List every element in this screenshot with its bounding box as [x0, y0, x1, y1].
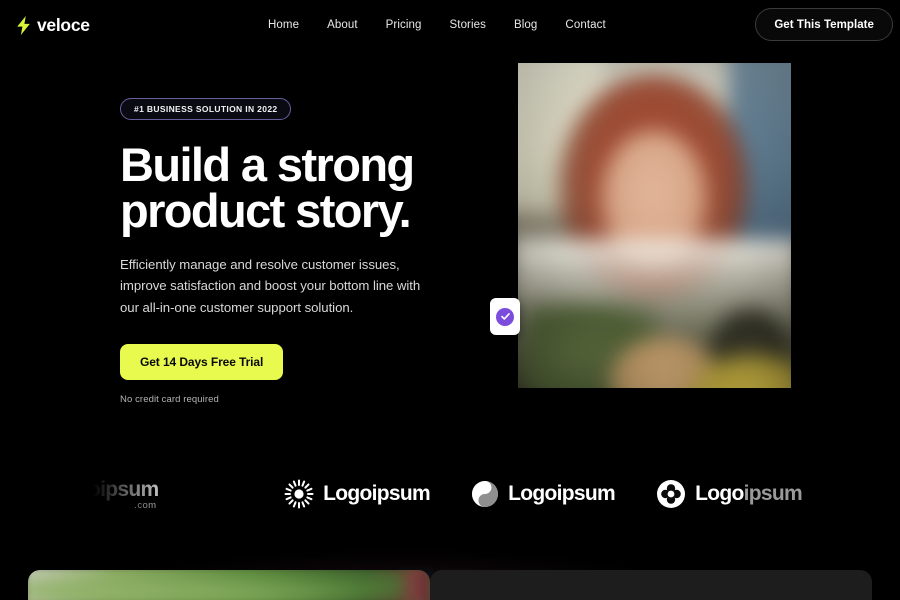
- next-section-preview: [0, 554, 900, 600]
- free-trial-button[interactable]: Get 14 Days Free Trial: [120, 344, 284, 381]
- logo-logoipsum-swirl: Logoipsum: [450, 468, 636, 520]
- nav-item-about[interactable]: About: [313, 15, 372, 35]
- get-this-template-button[interactable]: Get This Template: [755, 8, 893, 41]
- check-circle-icon: [496, 307, 514, 326]
- logo-logoipsum-clover: Logoipsum: [636, 468, 822, 520]
- nav-item-stories[interactable]: Stories: [436, 15, 501, 35]
- preview-card-image[interactable]: [28, 570, 430, 600]
- logo-sunburst-text: Logoipsum: [323, 482, 431, 505]
- clover-icon: [656, 479, 686, 509]
- nav-item-contact[interactable]: Contact: [551, 15, 619, 35]
- hero-section: #1 BUSINESS SOLUTION IN 2022 Build a str…: [0, 50, 900, 450]
- hero-photo-blurred: [518, 63, 791, 388]
- logo-swirl-text: Logoipsum: [508, 482, 616, 505]
- logo-logoipsum-sunburst: Logoipsum: [264, 468, 450, 520]
- lightning-bolt-icon: [16, 15, 31, 35]
- client-logo-strip: oipsum .com Logoipsum Logoipsum Logoipsu…: [0, 468, 900, 520]
- site-header: veloce Home About Pricing Stories Blog C…: [0, 0, 900, 50]
- logo-dotcom-text: oipsum: [88, 477, 159, 501]
- hero-headline: Build a strong product story.: [120, 138, 415, 238]
- logo-logoipsum-dotcom: oipsum .com: [78, 468, 264, 520]
- swirl-icon: [471, 480, 499, 508]
- landing-page: veloce Home About Pricing Stories Blog C…: [0, 0, 900, 600]
- nav-item-pricing[interactable]: Pricing: [372, 15, 436, 35]
- logo-dotcom-subtext: .com: [134, 499, 157, 511]
- sunburst-icon: [284, 479, 314, 509]
- brand-logo[interactable]: veloce: [16, 15, 90, 36]
- cta-note: No credit card required: [120, 394, 219, 406]
- logo-clover-text: Logoipsum: [695, 482, 803, 505]
- hero-badge[interactable]: #1 BUSINESS SOLUTION IN 2022: [120, 98, 292, 120]
- nav-item-home[interactable]: Home: [268, 15, 313, 35]
- hero-image: [518, 63, 791, 388]
- verified-badge-card[interactable]: [490, 298, 520, 335]
- brand-name: veloce: [37, 14, 90, 35]
- preview-card-dark[interactable]: [430, 570, 872, 600]
- hero-subheadline: Efficiently manage and resolve customer …: [120, 257, 421, 315]
- main-nav: Home About Pricing Stories Blog Contact: [268, 15, 620, 35]
- hero-copy: #1 BUSINESS SOLUTION IN 2022 Build a str…: [120, 98, 460, 405]
- nav-item-blog[interactable]: Blog: [500, 15, 551, 35]
